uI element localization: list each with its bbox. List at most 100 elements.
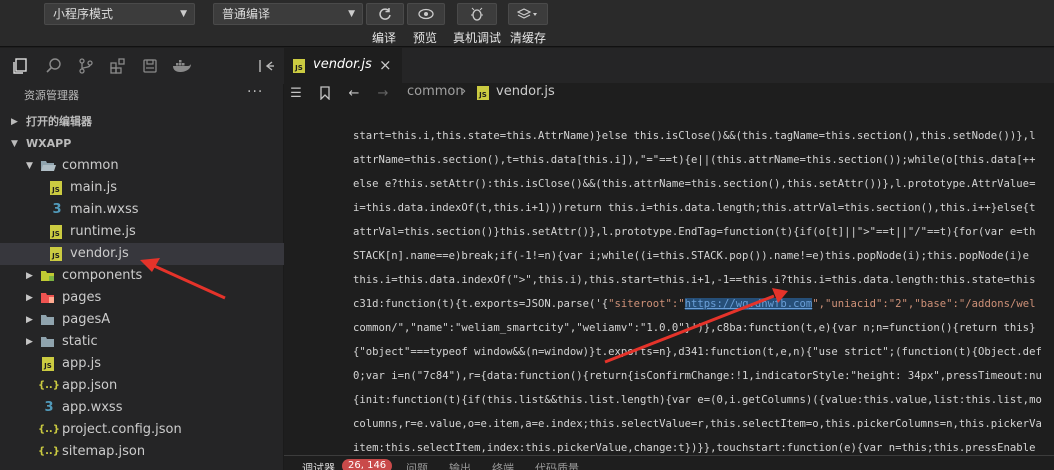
js-file-icon: JS [50, 181, 62, 195]
compile-label: 编译 [372, 31, 397, 45]
siteroot-url[interactable]: https://wq.dnwfb.com [684, 298, 813, 310]
tab-output[interactable]: 输出 [449, 460, 471, 470]
json-file-icon: {..} [38, 380, 60, 391]
project-section[interactable]: ▼ WXAPP [0, 133, 284, 155]
refresh-icon [379, 8, 391, 20]
tree-label: static [62, 334, 98, 349]
chevron-down-icon: ▼ [11, 139, 18, 149]
js-file-icon: JS [477, 86, 489, 100]
code-token: ","uniacid":"2","base":"/addons/wel [812, 298, 1036, 310]
folder-open-icon [40, 159, 56, 173]
tree-folder-components[interactable]: ▶ components [0, 265, 284, 287]
code-token: c31d:function(t){t.exports=JSON.parse('{ [353, 298, 609, 310]
chevron-down-icon: ▼ [26, 161, 33, 171]
mode-select-value: 小程序模式 [53, 7, 114, 21]
chevron-right-icon: ▶ [26, 337, 33, 347]
breadcrumb-file[interactable]: vendor.js [496, 84, 555, 99]
compile-select[interactable]: 普通编译 ▼ [213, 3, 363, 25]
preview-button[interactable] [407, 3, 445, 25]
tree-label: app.js [62, 356, 101, 371]
chevron-right-icon: ▶ [26, 271, 33, 281]
tree-folder-pages[interactable]: ▶ pages [0, 287, 284, 309]
json-file-icon: {..} [38, 424, 60, 435]
code-line: this.i=this.data.indexOf(">",this.i),thi… [353, 274, 1036, 286]
tree-label: project.config.json [62, 422, 182, 437]
open-editors-section[interactable]: ▶ 打开的编辑器 [0, 111, 284, 133]
chevron-down-icon: ▼ [180, 9, 187, 19]
layers-icon [517, 8, 537, 19]
tab-code-quality[interactable]: 代码质量 [535, 460, 579, 470]
editor-tab-bar: JS vendor.js × [284, 48, 1054, 83]
tree-file-app-wxss[interactable]: 3 app.wxss [0, 397, 284, 419]
tab-terminal[interactable]: 终端 [492, 460, 514, 470]
tree-label: vendor.js [70, 246, 129, 261]
tree-folder-static[interactable]: ▶ static [0, 331, 284, 353]
code-line: STACK[n].name==e)break;if(-1!=n){var i;w… [353, 250, 1030, 262]
explorer-sidebar: 资源管理器 ··· ▶ 打开的编辑器 ▼ WXAPP ▼ common JS m… [0, 84, 284, 470]
breadcrumb-folder[interactable]: common [407, 84, 464, 99]
storage-icon[interactable] [140, 56, 160, 76]
folder-icon [40, 335, 54, 349]
open-editors-label: 打开的编辑器 [26, 115, 92, 128]
css-file-icon: 3 [52, 202, 62, 217]
code-line: attrVal=this.section()}this.setAttr()},l… [353, 226, 1036, 238]
json-file-icon: {..} [38, 446, 60, 457]
code-line: start=this.i,this.state=this.AttrName)}e… [353, 130, 1036, 142]
tree-file-main-js[interactable]: JS main.js [0, 177, 284, 199]
explorer-title: 资源管理器 [24, 89, 79, 102]
tab-label: vendor.js [313, 57, 372, 72]
tree-label: runtime.js [70, 224, 136, 239]
chevron-down-icon: ▼ [348, 9, 355, 19]
tab-vendor-js[interactable]: JS vendor.js × [284, 48, 402, 83]
tree-file-project-config-json[interactable]: {..} project.config.json [0, 419, 284, 441]
source-control-icon[interactable] [76, 56, 96, 76]
list-icon[interactable]: ☰ [288, 85, 304, 101]
tree-folder-common[interactable]: ▼ common [0, 155, 284, 177]
tree-label: main.wxss [70, 202, 139, 217]
tree-file-main-wxss[interactable]: 3 main.wxss [0, 199, 284, 221]
collapse-panel-icon[interactable] [256, 56, 276, 76]
code-line: else e?this.setAttr():this.isClose()&&(t… [353, 178, 1036, 190]
tree-label: app.json [62, 378, 118, 393]
extensions-icon[interactable] [108, 56, 128, 76]
code-editor[interactable]: start=this.i,this.state=this.AttrName)}e… [284, 103, 1054, 453]
tree-file-runtime-js[interactable]: JS runtime.js [0, 221, 284, 243]
remote-debug-button[interactable] [457, 3, 497, 25]
code-line: attrName=this.section(),t=this.data[this… [353, 154, 1036, 166]
bottom-panel-tabs: 调试器 26, 146 问题 输出 终端 代码质量 [284, 455, 1054, 470]
docker-icon[interactable] [172, 56, 192, 76]
chevron-right-icon: ▶ [26, 293, 33, 303]
activity-bar [0, 48, 284, 84]
code-line: common/","name":"weliam_smartcity","weli… [353, 322, 1036, 334]
code-line-config: c31d:function(t){t.exports=JSON.parse('{… [353, 292, 1035, 316]
more-actions-icon[interactable]: ··· [247, 84, 263, 100]
mode-select[interactable]: 小程序模式 ▼ [44, 3, 195, 25]
clear-cache-button[interactable] [508, 3, 548, 25]
back-arrow-icon[interactable]: ← [346, 85, 362, 101]
close-icon[interactable]: × [379, 56, 392, 74]
tree-file-app-js[interactable]: JS app.js [0, 353, 284, 375]
compile-button[interactable] [366, 3, 404, 25]
code-line: item:this.selectItem,index:this.pickerVa… [353, 442, 1036, 453]
tree-file-vendor-js[interactable]: JS vendor.js [0, 243, 284, 265]
js-file-icon: JS [293, 59, 305, 73]
code-line: i=this.data.indexOf(t,this.i+1)))return … [353, 202, 1036, 214]
tree-label: sitemap.json [62, 444, 146, 459]
remote-debug-label: 真机调试 [453, 31, 502, 45]
tree-label: pagesA [62, 312, 111, 327]
bug-icon [471, 7, 483, 21]
error-count-badge: 26, 146 [342, 459, 393, 470]
tree-folder-pagesa[interactable]: ▶ pagesA [0, 309, 284, 331]
tab-debugger[interactable]: 调试器 [302, 460, 335, 470]
tree-file-sitemap-json[interactable]: {..} sitemap.json [0, 441, 284, 463]
bookmark-icon[interactable] [317, 85, 333, 101]
forward-arrow-icon[interactable]: → [375, 85, 391, 101]
code-token: "siteroot":" [608, 298, 685, 310]
explorer-icon[interactable] [10, 56, 30, 76]
tab-problems[interactable]: 问题 [406, 460, 428, 470]
tree-file-app-json[interactable]: {..} app.json [0, 375, 284, 397]
code-line: {init:function(t){if(this.list&&this.lis… [353, 394, 1042, 406]
top-toolbar: 小程序模式 ▼ 普通编译 ▼ 编译 预览 真机调试 清缓存 [0, 0, 1054, 47]
search-icon[interactable] [44, 56, 64, 76]
css-file-icon: 3 [44, 400, 54, 415]
